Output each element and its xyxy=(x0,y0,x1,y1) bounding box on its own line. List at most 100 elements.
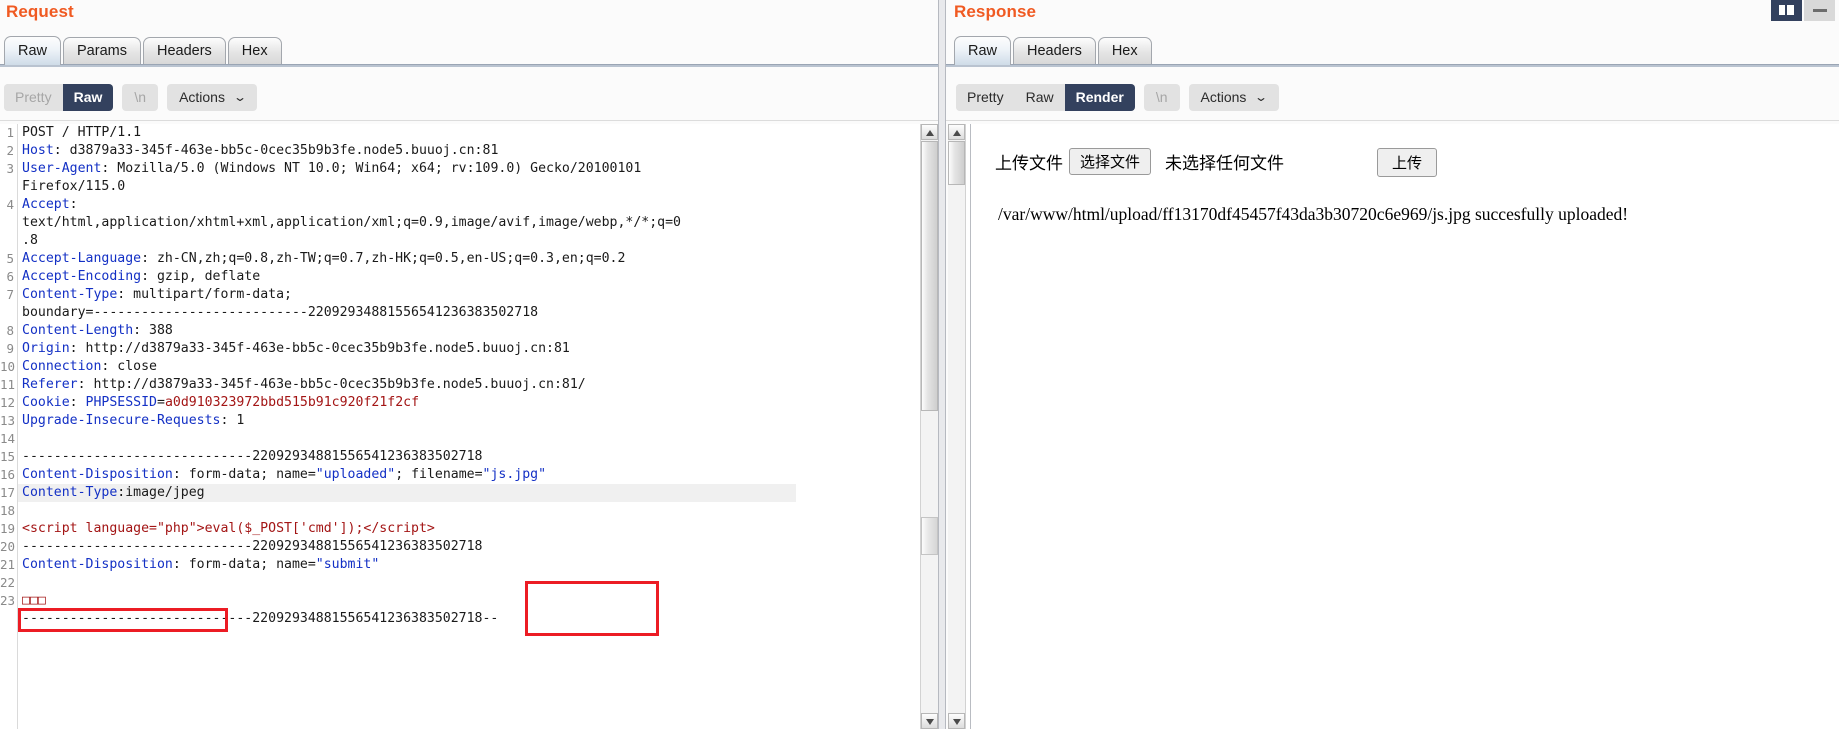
code-line: Accept: xyxy=(18,196,916,214)
code-token: Content-Disposition xyxy=(22,467,173,482)
code-token: boundary=---------------------------2209… xyxy=(22,305,539,320)
line-number xyxy=(0,178,17,196)
response-actions-button[interactable]: Actions ⌄ xyxy=(1188,84,1279,111)
code-token: Origin xyxy=(22,341,70,356)
code-line: POST / HTTP/1.1 xyxy=(18,124,916,142)
code-line: User-Agent: Mozilla/5.0 (Windows NT 10.0… xyxy=(18,160,916,178)
code-line: Origin: http://d3879a33-345f-463e-bb5c-0… xyxy=(18,340,916,358)
code-line: Upgrade-Insecure-Requests: 1 xyxy=(18,412,916,430)
code-line: Content-Disposition: form-data; name="up… xyxy=(18,466,916,484)
response-tab-hex[interactable]: Hex xyxy=(1097,37,1152,65)
response-tab-underline xyxy=(944,64,1839,67)
code-token: : Mozilla/5.0 (Windows NT 10.0; Win64; x… xyxy=(101,161,642,176)
line-number: 4 xyxy=(6,197,14,212)
minimize-window-icon[interactable] xyxy=(1804,0,1835,21)
line-number: 16 xyxy=(0,467,16,482)
code-token: .8 xyxy=(22,233,38,248)
code-line: Connection: close xyxy=(18,358,916,376)
code-line: -----------------------------22092934881… xyxy=(18,538,916,556)
request-actions-button[interactable]: Actions ⌄ xyxy=(167,84,258,111)
scroll-down-icon[interactable] xyxy=(921,713,938,729)
response-pane: Response Raw Headers Hex Pretty Raw Render \… xyxy=(944,0,1839,729)
request-vertical-scrollbar[interactable] xyxy=(920,124,938,729)
line-number: 11 xyxy=(0,377,16,392)
code-token: Referer xyxy=(22,377,78,392)
restore-window-icon[interactable] xyxy=(1771,0,1802,21)
line-number xyxy=(0,214,17,232)
request-view-pretty[interactable]: Pretty xyxy=(4,84,63,111)
line-number: 8 xyxy=(6,323,14,338)
code-token: : http://d3879a33-345f-463e-bb5c-0cec35b… xyxy=(77,377,586,392)
response-view-mode-group: Pretty Raw Render xyxy=(956,84,1135,111)
code-token: □□□ xyxy=(22,593,46,608)
scroll-up-icon[interactable] xyxy=(948,124,965,140)
code-token: Content-Type xyxy=(22,287,118,302)
line-number: 15 xyxy=(0,449,16,464)
code-token: Host xyxy=(22,143,54,158)
code-token: : form-data; name= xyxy=(172,467,316,482)
response-toolbar: Pretty Raw Render \n Actions ⌄ xyxy=(956,84,1279,112)
request-scrollbar-thumb[interactable] xyxy=(921,141,938,411)
chevron-down-icon: ⌄ xyxy=(1254,89,1269,104)
request-tab-headers[interactable]: Headers xyxy=(142,37,226,65)
response-render-area: 上传文件 选择文件 未选择任何文件 上传 /var/www/html/uploa… xyxy=(948,124,1839,729)
response-tab-raw[interactable]: Raw xyxy=(954,36,1012,65)
response-view-raw[interactable]: Raw xyxy=(1014,84,1065,111)
code-token: :image/jpeg xyxy=(117,485,205,500)
line-number: 3 xyxy=(6,161,14,176)
line-number: 23 xyxy=(0,593,16,608)
scroll-down-icon[interactable] xyxy=(948,713,965,729)
code-line: -----------------------------22092934881… xyxy=(18,610,916,628)
response-view-pretty[interactable]: Pretty xyxy=(956,84,1015,111)
request-tab-hex[interactable]: Hex xyxy=(227,37,282,65)
request-raw-text[interactable]: POST / HTTP/1.1 Host: d3879a33-345f-463e-… xyxy=(18,124,916,729)
code-line: Accept-Language: zh-CN,zh;q=0.8,zh-TW;q=… xyxy=(18,250,916,268)
chevron-down-icon: ⌄ xyxy=(232,89,248,104)
line-number: 2 xyxy=(6,143,14,158)
request-view-raw[interactable]: Raw xyxy=(62,84,114,111)
response-tab-headers[interactable]: Headers xyxy=(1013,37,1096,65)
pane-splitter[interactable] xyxy=(938,0,946,729)
line-number: 7 xyxy=(6,287,14,302)
response-view-render[interactable]: Render xyxy=(1064,84,1135,111)
code-token: Upgrade-Insecure-Requests xyxy=(22,413,221,428)
line-number xyxy=(0,304,17,322)
response-scrollbar-thumb[interactable] xyxy=(948,141,965,185)
code-line: -----------------------------22092934881… xyxy=(18,448,916,466)
line-number: 10 xyxy=(0,359,16,374)
line-number: 12 xyxy=(0,395,16,410)
code-token: Cookie xyxy=(22,395,70,410)
upload-form-row: 上传文件 选择文件 未选择任何文件 xyxy=(995,148,1284,175)
request-editor[interactable]: 1 2 3 4 5 6 7 8 9 10 11 12 13 14 15 16 17 18 19 20 21 22 23 PO… xyxy=(0,124,938,729)
response-tab-strip: Raw Headers Hex xyxy=(954,36,1154,65)
line-number: 14 xyxy=(0,431,16,446)
code-token: PHPSESSID xyxy=(85,395,157,410)
line-number: 5 xyxy=(6,251,14,266)
upload-file-label: 上传文件 xyxy=(995,154,1063,174)
code-line: Host: d3879a33-345f-463e-bb5c-0cec35b9b3… xyxy=(18,142,916,160)
choose-file-button[interactable]: 选择文件 xyxy=(1069,148,1152,175)
line-number: 13 xyxy=(0,413,16,428)
code-token: POST / HTTP/1.1 xyxy=(22,125,142,140)
upload-submit-button[interactable]: 上传 xyxy=(1377,148,1438,177)
code-token: -----------------------------22092934881… xyxy=(22,611,499,626)
scroll-up-icon[interactable] xyxy=(921,124,938,140)
code-token: "js.jpg" xyxy=(482,467,547,482)
line-number xyxy=(0,610,17,628)
response-vertical-scrollbar[interactable] xyxy=(948,124,966,729)
request-scrollbar-thumb-secondary[interactable] xyxy=(921,517,938,555)
code-token: : 1 xyxy=(220,413,245,428)
code-token: User-Agent xyxy=(22,161,102,176)
response-title: Response xyxy=(954,2,1037,21)
code-token: : xyxy=(69,395,86,410)
line-number: 6 xyxy=(6,269,14,284)
code-token: : d3879a33-345f-463e-bb5c-0cec35b9b3fe.n… xyxy=(53,143,499,158)
line-number: 1 xyxy=(6,125,14,140)
request-tab-params[interactable]: Params xyxy=(63,37,141,65)
request-newline-button[interactable]: \n xyxy=(122,84,159,111)
request-tab-raw[interactable]: Raw xyxy=(4,36,62,65)
line-number: 20 xyxy=(0,539,16,554)
response-newline-button[interactable]: \n xyxy=(1143,84,1180,111)
code-token: text/html,application/xhtml+xml,applicat… xyxy=(22,215,681,230)
